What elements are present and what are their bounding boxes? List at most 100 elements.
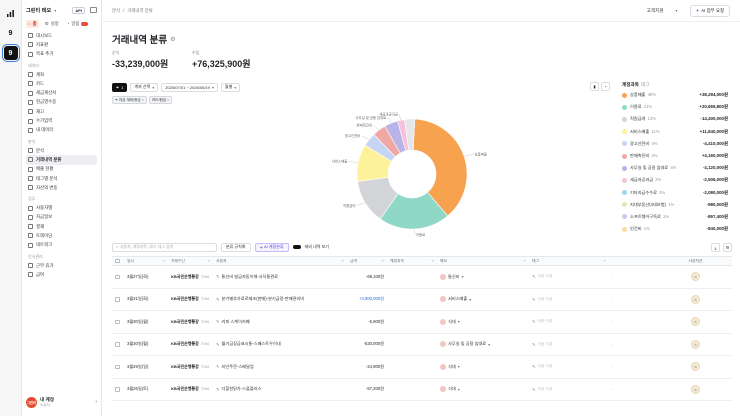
- receipt-icon[interactable]: ⌂: [691, 339, 700, 349]
- sidebar-item[interactable]: 카드: [26, 79, 97, 88]
- receipt-icon[interactable]: ⌂: [691, 362, 700, 372]
- category-cell[interactable]: 서비스매출 ▾: [437, 296, 529, 303]
- sidebar-item[interactable]: 목표 추가: [26, 50, 97, 59]
- row-checkbox[interactable]: [115, 319, 120, 324]
- panel-row[interactable]: 사무실 및 공용 임대료 4% -4,120,000원: [622, 162, 728, 174]
- tag-cell[interactable]: -: [609, 319, 659, 324]
- sidebar-item[interactable]: 자금일보: [26, 213, 97, 222]
- filter-tag[interactable]: 카드/현금 ×: [148, 96, 173, 104]
- sidebar-item[interactable]: 급여: [26, 270, 97, 279]
- sidebar-item[interactable]: 거래내역 분류: [26, 155, 97, 165]
- panel-row[interactable]: 지대부동산(4대보험) 1% -980,000원: [622, 199, 728, 211]
- panel-row[interactable]: 이용료 21% +20,659,800원: [622, 101, 728, 113]
- rule-button[interactable]: 분류 규칙화: [221, 242, 251, 252]
- memo-cell[interactable]: ✎ 사용 작성: [529, 364, 609, 369]
- support-link[interactable]: 고객지원: [647, 8, 664, 14]
- tag-cell[interactable]: -: [609, 342, 659, 347]
- table-row[interactable]: 3월30일(월) KB국민은행통장 7194 ✎ 커피 스케이카페 -5,900원 식대 ▾ ✎…: [112, 311, 732, 334]
- filter-icon[interactable]: ⏷: [341, 259, 344, 263]
- sidebar-item[interactable]: 매출 현황: [26, 165, 97, 174]
- close-icon[interactable]: ×: [167, 98, 169, 102]
- sidebar-item[interactable]: 분석: [26, 146, 97, 155]
- payee-cell[interactable]: ✎ 지인주문-스배달업: [213, 364, 347, 370]
- api-badge[interactable]: API: [72, 6, 85, 14]
- mode-tab[interactable]: ⌂ 홈: [26, 19, 39, 28]
- panel-row[interactable]: 서비스매출 11% +11,840,000원: [622, 126, 728, 138]
- table-row[interactable]: 3월27일(화) KB국민은행통장 7194 ✎ 통신비 발급자동이체-사닥통관료 -69…: [112, 266, 732, 289]
- ai-classify-button[interactable]: ✦ AI 계정분류: [254, 242, 289, 252]
- table-row[interactable]: 3월30일(월) KB국민은행통장 7194 ✎ 월기금장급표시통-스페스트우이내 -52…: [112, 334, 732, 356]
- filter-icon[interactable]: ⏷: [162, 259, 165, 263]
- memo-cell[interactable]: ✎ 사용 작성: [529, 297, 609, 302]
- table-row[interactable]: 3월26일(토) KB국민은행통장 7194 ✎ 더힐한닭가-스플플러스 -57,200원…: [112, 379, 732, 401]
- pencil-icon[interactable]: ✎: [216, 319, 220, 324]
- sidebar-item[interactable]: 수기입력: [26, 116, 97, 125]
- sidebar-item[interactable]: 내 데이터: [26, 126, 97, 135]
- filter-icon[interactable]: ⏷: [207, 259, 210, 263]
- sidebar-item[interactable]: 재고: [26, 107, 97, 116]
- breadcrumb-item[interactable]: 분석: [112, 8, 120, 14]
- receipt-icon[interactable]: ⌂: [691, 272, 700, 282]
- payee-cell[interactable]: ✎ 월기금장급표시통-스페스트우이내: [213, 341, 347, 347]
- sidebar-item[interactable]: 세금계산서: [26, 88, 97, 97]
- payee-cell[interactable]: ✎ 더힐한닭가-스플플러스: [213, 386, 347, 392]
- search-input[interactable]: ⌕ 사용처, 계정과목, 서비, 태그 검색: [112, 242, 217, 252]
- row-checkbox[interactable]: [115, 297, 120, 302]
- tag-cell[interactable]: -: [609, 297, 659, 302]
- column-header[interactable]: 일시 ⏷: [124, 259, 168, 264]
- workspace-g-icon[interactable]: 9: [4, 26, 18, 40]
- workspace-active-icon[interactable]: 9: [1, 44, 20, 62]
- tag-cell[interactable]: -: [609, 274, 659, 279]
- category-cell[interactable]: 식대 ▾: [437, 318, 529, 325]
- column-header[interactable]: 사용처 ⏷: [213, 259, 347, 264]
- mode-tab[interactable]: ⚙ 설정: [43, 20, 61, 28]
- sidebar-item[interactable]: 현금영수증: [26, 98, 97, 107]
- category-cell[interactable]: 식대 ▾: [437, 386, 529, 393]
- panel-row[interactable]: 기타지급수수료 2% -2,080,000원: [622, 187, 728, 199]
- panel-row[interactable]: 소프트웨어구독료 1% -897,400원: [622, 211, 728, 223]
- tag-cell[interactable]: -: [609, 364, 659, 369]
- table-row[interactable]: 3월31일(화) KB국민은행통장 7194 ✎ 분기별추가료로제조(판매)-분기금정-…: [112, 289, 732, 311]
- panel-row[interactable]: 광고선전비 4% -4,410,000원: [622, 138, 728, 150]
- payee-cell[interactable]: ✎ 분기별추가료로제조(판매)-분기금정-판매관리비: [213, 296, 347, 302]
- tag-cell[interactable]: -: [609, 387, 659, 392]
- row-checkbox[interactable]: [115, 364, 120, 369]
- sidebar-item[interactable]: 계좌: [26, 70, 97, 79]
- filter-icon[interactable]: ⏷: [381, 259, 384, 263]
- panel-row[interactable]: 인건비 1% -840,000원: [622, 223, 728, 235]
- sidebar-toggle-icon[interactable]: [90, 7, 97, 13]
- pie-chart-icon[interactable]: ◔: [601, 82, 610, 91]
- workspace-switcher[interactable]: 그린티 테오 ▾ API: [26, 5, 97, 15]
- column-header[interactable]: 메모 ⏷: [437, 259, 529, 264]
- ai-request-button[interactable]: ✦ AI 업무 요청: [689, 4, 730, 17]
- filter-icon[interactable]: ⏷: [603, 259, 606, 263]
- memo-cell[interactable]: ✎ 사용 작성: [529, 342, 609, 347]
- filter-tag[interactable]: ⏷ 자금 계좌/현금 ×: [112, 96, 147, 104]
- gear-icon[interactable]: ⚙: [170, 36, 175, 43]
- memo-cell[interactable]: ✎ 사용 작성: [529, 319, 609, 324]
- sidebar-item[interactable]: 대시보드: [26, 31, 97, 40]
- close-icon[interactable]: ×: [142, 98, 144, 102]
- filter-icon[interactable]: ⏷: [431, 259, 434, 263]
- column-header[interactable]: 계정과목 ⏷: [387, 259, 437, 264]
- panel-row[interactable]: 판매촉진비 4% +4,160,000원: [622, 150, 728, 162]
- sidebar-item[interactable]: 지표판: [26, 40, 97, 49]
- mode-tab[interactable]: ◔ 알림: [65, 20, 91, 28]
- sidebar-item[interactable]: 결재: [26, 222, 97, 231]
- row-checkbox[interactable]: [115, 342, 120, 347]
- panel-row[interactable]: 직원급여 13% -14,400,000원: [622, 113, 728, 125]
- period-select[interactable]: 월별 ▾: [220, 82, 241, 92]
- chart-logo-icon[interactable]: [4, 6, 18, 20]
- gear-icon[interactable]: ⚙: [723, 242, 732, 252]
- column-header[interactable]: 금액 ⏷: [347, 259, 387, 264]
- filter-count-button[interactable]: ⏷ 1: [112, 82, 128, 92]
- row-checkbox[interactable]: [115, 387, 120, 392]
- column-header[interactable]: 사용자전: [659, 259, 732, 264]
- notification-toggle[interactable]: [81, 21, 89, 26]
- panel-row[interactable]: 상품매출 38% +38,294,000원: [622, 89, 728, 101]
- pencil-icon[interactable]: ✎: [216, 274, 220, 279]
- category-cell[interactable]: 식대 ▾: [437, 363, 529, 370]
- row-checkbox[interactable]: [115, 274, 120, 279]
- select-all-checkbox[interactable]: [115, 258, 120, 264]
- sidebar-item[interactable]: 트레이딩: [26, 231, 97, 240]
